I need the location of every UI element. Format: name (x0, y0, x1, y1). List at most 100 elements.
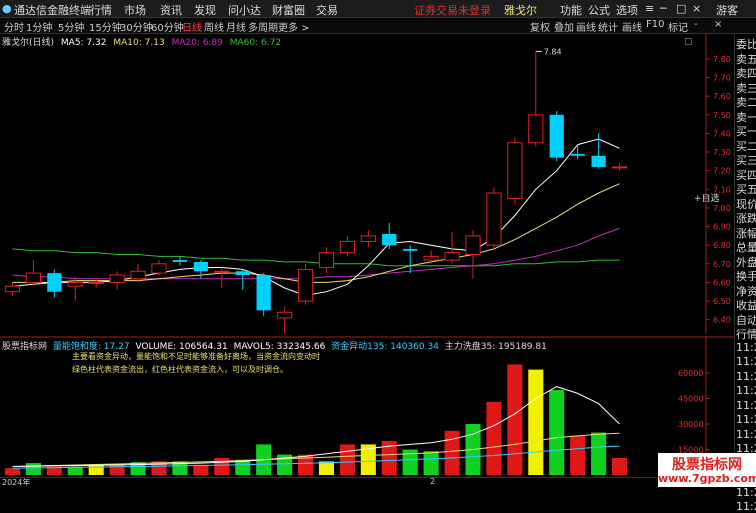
candle-body-up (276, 311, 293, 319)
period-30min[interactable]: 30分钟 (120, 19, 153, 34)
volume-bar-green (25, 463, 41, 475)
period-monthly[interactable]: 月线 (226, 19, 246, 34)
period-1min[interactable]: 1分钟 (26, 19, 52, 34)
price-tick-label: 7.60 (713, 92, 731, 101)
price-tick-label: 6.40 (713, 316, 731, 325)
candle-body-down (172, 260, 188, 262)
candle-body-up (423, 255, 439, 261)
tool-minus[interactable]: - (694, 19, 698, 30)
volume-bar-yellow (88, 464, 104, 475)
period-5min[interactable]: 5分钟 (58, 19, 84, 34)
candle-body-down (256, 274, 271, 311)
guest-label[interactable]: 游客 (716, 2, 738, 18)
menu-market-quote[interactable]: 行情 (90, 2, 112, 18)
menu-trade[interactable]: 交易 (316, 2, 338, 18)
watermark: 股票指标网 www.7gpzb.com (658, 453, 756, 487)
candle-body-down (47, 273, 62, 292)
volume-bar-green (67, 467, 83, 475)
tool-statistics[interactable]: 统计 (598, 19, 618, 34)
tool-draw-line[interactable]: 画线 (576, 19, 596, 34)
volume-tick-label: 45000 (678, 395, 703, 404)
price-tick-label: 6.70 (713, 260, 731, 269)
app-logo-icon: ● (2, 2, 12, 15)
menu-formula[interactable]: 公式 (588, 2, 610, 18)
candle-body-down (382, 234, 397, 246)
side-panel-label: 11:2 (736, 355, 756, 368)
maximize-icon[interactable]: □ (676, 2, 686, 15)
menu-wealth-circle[interactable]: 财富圈 (272, 2, 305, 18)
date-label-mid: 2 (430, 477, 436, 486)
volume-tick-label: 60000 (678, 369, 703, 378)
menu-news[interactable]: 资讯 (160, 2, 182, 18)
side-panel-label: 11:2 (736, 340, 756, 354)
login-status[interactable]: 证券交易未登录 (414, 2, 491, 18)
candle-body-down (570, 153, 585, 156)
candle-body-up (360, 235, 376, 242)
candle-body-up (67, 281, 83, 287)
price-tick-label: 7.10 (713, 185, 731, 194)
volume-bar-red (109, 463, 125, 475)
tool-f10[interactable]: F10 (646, 19, 664, 30)
period-more[interactable]: 更多 > (278, 19, 310, 34)
candle-body-up (130, 270, 146, 280)
tool-restore-rights[interactable]: 复权 (530, 19, 550, 34)
price-tick-label: 6.90 (713, 223, 731, 232)
period-60min[interactable]: 60分钟 (151, 19, 184, 34)
candle-body-down (403, 248, 418, 251)
high-price-label: 7.84 (544, 47, 562, 56)
quote-side-panel: 委比 卖五 卖四 卖三 卖二 卖一 买一 买二 买三 买四 买五 现价 涨跌 涨幅 总量 外盘 换手 净资 收益 自动… (734, 34, 756, 513)
period-multi[interactable]: 多周期 (248, 19, 278, 34)
side-panel-label: 11:2 (736, 500, 756, 513)
candle-body-up (611, 166, 628, 169)
volume-bar-red (486, 401, 502, 475)
tool-mark[interactable]: 标记 (668, 19, 688, 34)
volume-bar-red (507, 364, 523, 475)
menu-icon[interactable]: ≡ (645, 2, 654, 15)
candle-body-up (465, 235, 481, 255)
menu-discover[interactable]: 发现 (194, 2, 216, 18)
volume-chart[interactable]: 15000300004500060000 (0, 336, 734, 477)
candle-body-up (214, 270, 230, 273)
volume-bar-red (193, 464, 209, 475)
watermark-url: www.7gpzb.com (658, 472, 756, 485)
watermark-title: 股票指标网 (672, 457, 742, 473)
period-intraday[interactable]: 分时 (4, 19, 24, 34)
menu-wenxiaoda[interactable]: 问小达 (228, 2, 261, 18)
tool-overlay[interactable]: 叠加 (554, 19, 574, 34)
candle-body-up (88, 281, 104, 284)
candle-body-up (444, 252, 460, 261)
menu-options[interactable]: 选项 (616, 2, 638, 18)
top-menu-bar: ● 通达信金融终端 行情 市场 资讯 发现 问小达 财富圈 交易 证券交易未登录… (0, 0, 756, 18)
tool-close[interactable]: × (714, 19, 722, 30)
price-chart[interactable]: 6.40 6.50 6.60 6.70 6.80 6.90 7.00 7.10 7.20 7.30… (0, 34, 734, 334)
candle-body-up (507, 142, 523, 200)
candle-body-up (151, 263, 167, 274)
period-daily[interactable]: 日线 (182, 19, 202, 34)
price-tick-label: 6.60 (713, 278, 731, 287)
candle-body-up (486, 192, 502, 246)
side-panel-label: 11:2 (736, 413, 756, 426)
close-window-icon[interactable]: × (692, 2, 701, 15)
stock-name-title: 雅戈尔 (504, 4, 537, 17)
date-axis: 2024年 2 (0, 477, 734, 488)
candle-body-up (109, 274, 125, 283)
period-15min[interactable]: 15分钟 (89, 19, 122, 34)
side-panel-label: 11:2 (736, 427, 756, 441)
price-tick-label: 6.50 (713, 297, 731, 306)
period-weekly[interactable]: 周线 (204, 19, 224, 34)
minimize-icon[interactable]: ─ (660, 2, 667, 15)
candle-body-up (528, 114, 544, 144)
menu-function[interactable]: 功能 (560, 2, 582, 18)
volume-bar-green (423, 451, 439, 475)
side-panel-label: 11:2 (736, 398, 756, 412)
price-tick-label: 7.30 (713, 148, 731, 157)
ma5-line (12, 138, 620, 297)
volume-bar-green (549, 390, 565, 475)
price-tick-label: 7.50 (713, 111, 731, 120)
price-tick-label: 7.70 (713, 74, 731, 83)
tool-draw-line-2[interactable]: 画线 (622, 19, 642, 34)
candle-body-down (591, 155, 606, 167)
menu-market[interactable]: 市场 (124, 2, 146, 18)
candle-body-down (193, 261, 208, 272)
candle-body-up (4, 285, 21, 293)
